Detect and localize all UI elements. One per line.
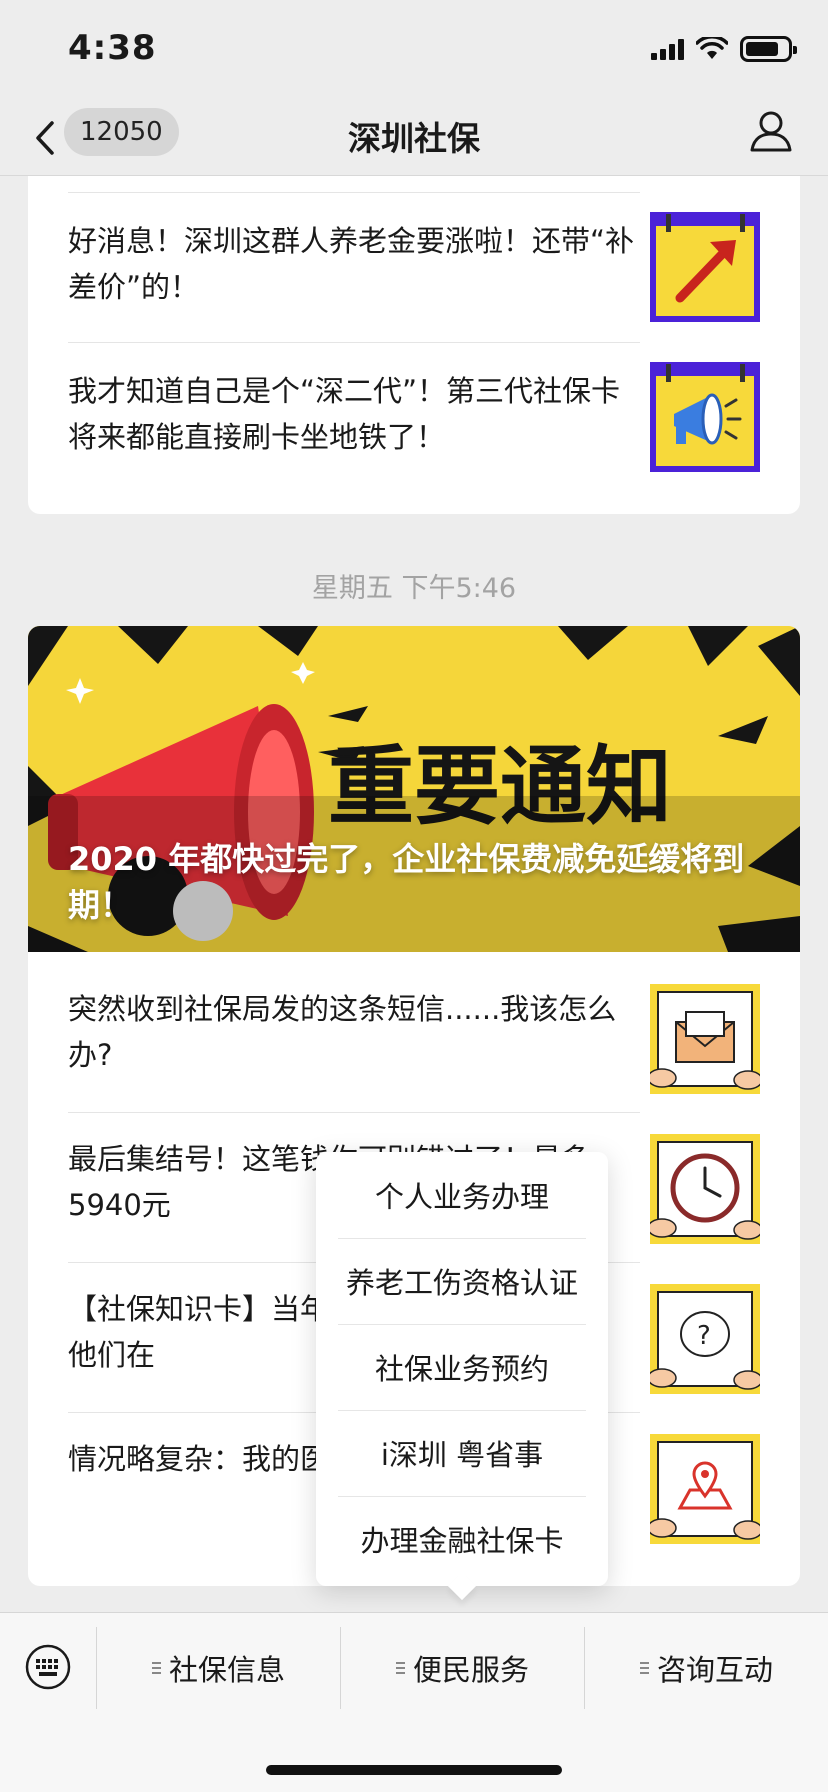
- profile-button[interactable]: [748, 108, 794, 154]
- clock-thumbnail[interactable]: [650, 1134, 760, 1244]
- bottom-menu-bar: 社保信息 便民服务 咨询互动: [0, 1612, 828, 1792]
- map-pin-thumbnail[interactable]: [650, 1434, 760, 1544]
- keyboard-icon: [25, 1644, 71, 1690]
- article-title: 好消息！深圳这群人养老金要涨啦！还带“补差价”的！: [68, 224, 635, 304]
- message-timestamp: 星期五 下午5:46: [311, 573, 517, 604]
- svg-text:?: ?: [697, 1321, 711, 1351]
- nav-bar: 12050 深圳社保: [0, 100, 828, 176]
- article-title: 我才知道自己是个“深二代”！第三代社保卡将来都能直接刷卡坐地铁了！: [68, 374, 621, 454]
- menu-item-social-security-info[interactable]: 社保信息: [97, 1627, 340, 1709]
- menu-item-label: 社保信息: [168, 1653, 285, 1687]
- profile-icon: [750, 111, 792, 152]
- question-thumbnail[interactable]: ?: [650, 1284, 760, 1394]
- article-item[interactable]: 突然收到社保局发的这条短信......我该怎么办?: [68, 986, 640, 1078]
- article-card-previous: 好消息！深圳这群人养老金要涨啦！还带“补差价”的！ 我才知道自己是个“深二代”！…: [28, 176, 800, 514]
- menu-list-icon: [151, 1662, 161, 1674]
- divider: [68, 342, 640, 343]
- submenu-item-qualification-auth[interactable]: 养老工伤资格认证: [338, 1238, 586, 1324]
- article-title: 突然收到社保局发的这条短信......我该怎么办?: [68, 992, 617, 1072]
- article-item[interactable]: 我才知道自己是个“深二代”！第三代社保卡将来都能直接刷卡坐地铁了！: [68, 368, 640, 460]
- submenu-item-ishenzhen[interactable]: i深圳 粤省事: [338, 1410, 586, 1496]
- submenu-item-personal-business[interactable]: 个人业务办理: [338, 1152, 586, 1238]
- menu-item-label: 便民服务: [412, 1653, 529, 1687]
- arrow-up-thumbnail[interactable]: [650, 212, 760, 322]
- service-submenu-popup: 个人业务办理 养老工伤资格认证 社保业务预约 i深圳 粤省事 办理金融社保卡: [316, 1152, 608, 1586]
- menu-list-icon: [395, 1662, 405, 1674]
- page-title: 深圳社保: [348, 119, 480, 158]
- menu-item-consultation[interactable]: 咨询互动: [585, 1627, 828, 1709]
- divider: [68, 192, 640, 193]
- divider: [68, 1112, 640, 1113]
- wifi-icon: [696, 37, 728, 59]
- battery-fill: [746, 42, 778, 56]
- submenu-item-appointment[interactable]: 社保业务预约: [338, 1324, 586, 1410]
- status-icons: [651, 36, 797, 62]
- menu-item-public-services[interactable]: 便民服务: [341, 1627, 584, 1709]
- article-item[interactable]: 好消息！深圳这群人养老金要涨啦！还带“补差价”的！: [68, 218, 640, 310]
- home-indicator[interactable]: [266, 1765, 562, 1775]
- submenu-item-finance-card[interactable]: 办理金融社保卡: [338, 1496, 586, 1582]
- keyboard-toggle-button[interactable]: [24, 1643, 72, 1691]
- status-time: 4:38: [68, 28, 157, 68]
- cellular-signal-icon: [651, 38, 684, 60]
- banner-article[interactable]: 重要通知 2020 年都快过完了，企业社保费减免延缓将到期！: [28, 626, 800, 952]
- status-bar: 4:38: [0, 0, 828, 100]
- envelope-thumbnail[interactable]: [650, 984, 760, 1094]
- menu-list-icon: [639, 1662, 649, 1674]
- battery-icon: [740, 36, 797, 62]
- megaphone-thumbnail[interactable]: [650, 362, 760, 472]
- menu-item-label: 咨询互动: [656, 1653, 773, 1687]
- banner-caption: 2020 年都快过完了，企业社保费减免延缓将到期！: [68, 840, 745, 924]
